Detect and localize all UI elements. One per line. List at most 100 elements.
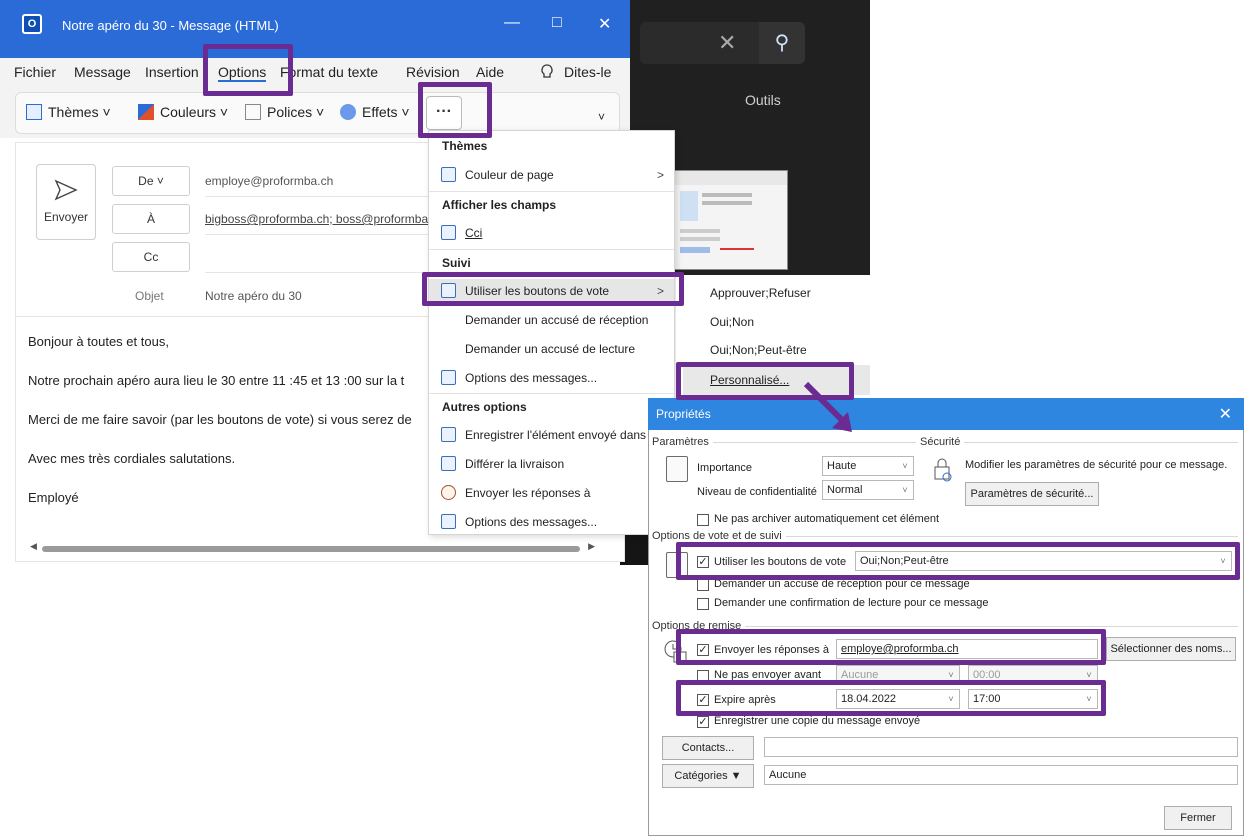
page-color-icon <box>441 167 456 182</box>
menu-item-couleur-page[interactable]: Couleur de page > <box>429 163 674 187</box>
menu-item-vote[interactable]: Utiliser les boutons de vote > <box>429 279 674 303</box>
to-field[interactable]: bigboss@proformba.ch; boss@proformba <box>205 212 428 226</box>
menu-item-options-messages-2[interactable]: Options des messages... <box>429 510 674 534</box>
body-line[interactable]: Avec mes très cordiales salutations. <box>28 451 235 466</box>
scroll-left-icon[interactable]: ◀ <box>30 541 37 552</box>
menu-item-label: Cci <box>465 226 483 240</box>
to-button[interactable]: À <box>112 204 190 234</box>
menu-item-envoyer-reponses[interactable]: Envoyer les réponses à <box>429 481 674 505</box>
ne-pas-envoyer-date-value: Aucune <box>841 669 879 681</box>
horizontal-scrollbar[interactable]: ◀ ▶ <box>30 541 595 553</box>
categories-button[interactable]: Catégories ▼ <box>662 764 754 788</box>
couleurs-button[interactable]: Couleurs ˅ <box>138 104 228 120</box>
expire-date-value: 18.04.2022 <box>841 693 897 705</box>
themes-label: Thèmes ˅ <box>48 104 111 120</box>
menu-fichier[interactable]: Fichier <box>14 64 56 80</box>
menu-item-options-messages[interactable]: Options des messages... <box>429 366 674 390</box>
reply-to-icon <box>441 485 456 500</box>
chevron-right-icon: > <box>656 168 664 182</box>
to-underline <box>205 234 435 235</box>
cc-button[interactable]: Cc <box>112 242 190 272</box>
message-options-icon <box>441 514 456 529</box>
menu-header-champs: Afficher les champs <box>442 198 557 212</box>
fonts-icon <box>245 104 261 120</box>
menu-item-label: Envoyer les réponses à <box>465 486 591 500</box>
security-settings-button[interactable]: Paramètres de sécurité... <box>965 482 1099 506</box>
outils-label[interactable]: Outils <box>745 92 781 108</box>
cc-underline <box>205 272 435 273</box>
more-options-button[interactable]: ··· <box>426 96 462 130</box>
utiliser-vote-label: Utiliser les boutons de vote <box>714 556 847 568</box>
menu-insertion[interactable]: Insertion <box>145 64 199 80</box>
submenu-personnalise[interactable]: Personnalisé... <box>710 373 789 387</box>
message-options-icon <box>441 370 456 385</box>
chevron-down-icon: ˅ <box>948 670 954 680</box>
accuse-reception-checkbox[interactable] <box>697 579 709 591</box>
utiliser-vote-checkbox[interactable]: ✓ <box>697 556 709 568</box>
subject-field[interactable]: Notre apéro du 30 <box>205 289 302 303</box>
select-names-button[interactable]: Sélectionner des noms... <box>1106 637 1236 661</box>
expire-time-select[interactable]: 17:00 ˅ <box>968 689 1098 709</box>
importance-select[interactable]: Haute ˅ <box>822 456 914 476</box>
send-button[interactable]: Envoyer <box>36 164 96 240</box>
expire-apres-checkbox[interactable]: ✓ <box>697 694 709 706</box>
menu-message[interactable]: Message <box>74 64 131 80</box>
menu-options[interactable]: Options <box>218 64 267 82</box>
chevron-right-icon: > <box>656 284 664 298</box>
fermer-button[interactable]: Fermer <box>1164 806 1232 830</box>
menu-bar: Fichier Message Insertion Options Format… <box>0 58 630 88</box>
ne-pas-envoyer-time-value: 00:00 <box>973 669 1001 681</box>
body-line[interactable]: Notre prochain apéro aura lieu le 30 ent… <box>28 373 404 388</box>
confidentialite-select[interactable]: Normal ˅ <box>822 480 914 500</box>
scroll-right-icon[interactable]: ▶ <box>588 541 595 552</box>
from-field[interactable]: employe@proformba.ch <box>205 174 333 188</box>
ribbon-expand-icon[interactable]: ˅ <box>598 110 605 124</box>
vote-options-select[interactable]: Oui;Non;Peut-être ˅ <box>855 551 1232 571</box>
close-window-icon[interactable]: ✕ <box>598 14 611 34</box>
menu-separator <box>429 191 674 192</box>
envoyer-reponses-checkbox[interactable]: ✓ <box>697 644 709 656</box>
contacts-field[interactable] <box>764 737 1238 757</box>
body-line[interactable]: Bonjour à toutes et tous, <box>28 334 169 349</box>
submenu-oui-non-peut-etre[interactable]: Oui;Non;Peut-être <box>710 343 807 357</box>
polices-label: Polices ˅ <box>267 104 325 120</box>
menu-item-differer[interactable]: Différer la livraison <box>429 452 674 476</box>
themes-button[interactable]: Thèmes ˅ <box>26 104 111 120</box>
submenu-oui-non[interactable]: Oui;Non <box>710 315 754 329</box>
from-button[interactable]: De ˅ <box>112 166 190 196</box>
accuse-reception-label: Demander un accusé de réception pour ce … <box>714 578 970 590</box>
contacts-button[interactable]: Contacts... <box>662 736 754 760</box>
minimize-icon[interactable]: — <box>504 14 520 32</box>
submenu-approuver-refuser[interactable]: Approuver;Refuser <box>710 286 811 300</box>
menu-item-accuse-lecture[interactable]: Demander un accusé de lecture <box>429 337 674 361</box>
menu-item-label: Différer la livraison <box>465 457 565 471</box>
importance-label: Importance <box>697 462 753 474</box>
menu-revision[interactable]: Révision <box>406 64 460 80</box>
search-icon[interactable]: ⚲ <box>759 22 805 64</box>
confirmation-lecture-checkbox[interactable] <box>697 598 709 610</box>
expire-date-select[interactable]: 18.04.2022 ˅ <box>836 689 960 709</box>
maximize-icon[interactable]: □ <box>552 14 562 32</box>
effets-button[interactable]: Effets ˅ <box>340 104 410 120</box>
body-line[interactable]: Merci de me faire savoir (par les bouton… <box>28 412 412 427</box>
menu-dites-le[interactable]: Dites-le <box>564 64 611 80</box>
body-line[interactable]: Employé <box>28 490 79 505</box>
scrollbar-thumb[interactable] <box>42 546 580 552</box>
chevron-down-icon: ˅ <box>1086 670 1092 680</box>
menu-format-texte[interactable]: Format du texte <box>280 64 378 80</box>
menu-item-accuse-reception[interactable]: Demander un accusé de réception <box>429 308 674 332</box>
dialog-close-icon[interactable]: ✕ <box>1219 404 1232 424</box>
ne-pas-envoyer-checkbox[interactable] <box>697 670 709 682</box>
reply-to-field[interactable]: employe@proformba.ch <box>836 639 1098 659</box>
menu-item-enregistrer[interactable]: Enregistrer l'élément envoyé dans <box>429 423 674 447</box>
ne-pas-envoyer-date-select[interactable]: Aucune ˅ <box>836 665 960 685</box>
dark-search-box[interactable]: ✕ ⚲ <box>640 22 805 64</box>
ne-pas-archiver-checkbox[interactable] <box>697 514 709 526</box>
menu-item-cci[interactable]: Cci <box>429 221 674 245</box>
close-icon[interactable]: ✕ <box>718 30 736 56</box>
categories-field[interactable]: Aucune <box>764 765 1238 785</box>
enregistrer-copie-checkbox[interactable]: ✓ <box>697 716 709 728</box>
menu-aide[interactable]: Aide <box>476 64 504 80</box>
polices-button[interactable]: Polices ˅ <box>245 104 324 120</box>
ne-pas-envoyer-time-select[interactable]: 00:00 ˅ <box>968 665 1098 685</box>
